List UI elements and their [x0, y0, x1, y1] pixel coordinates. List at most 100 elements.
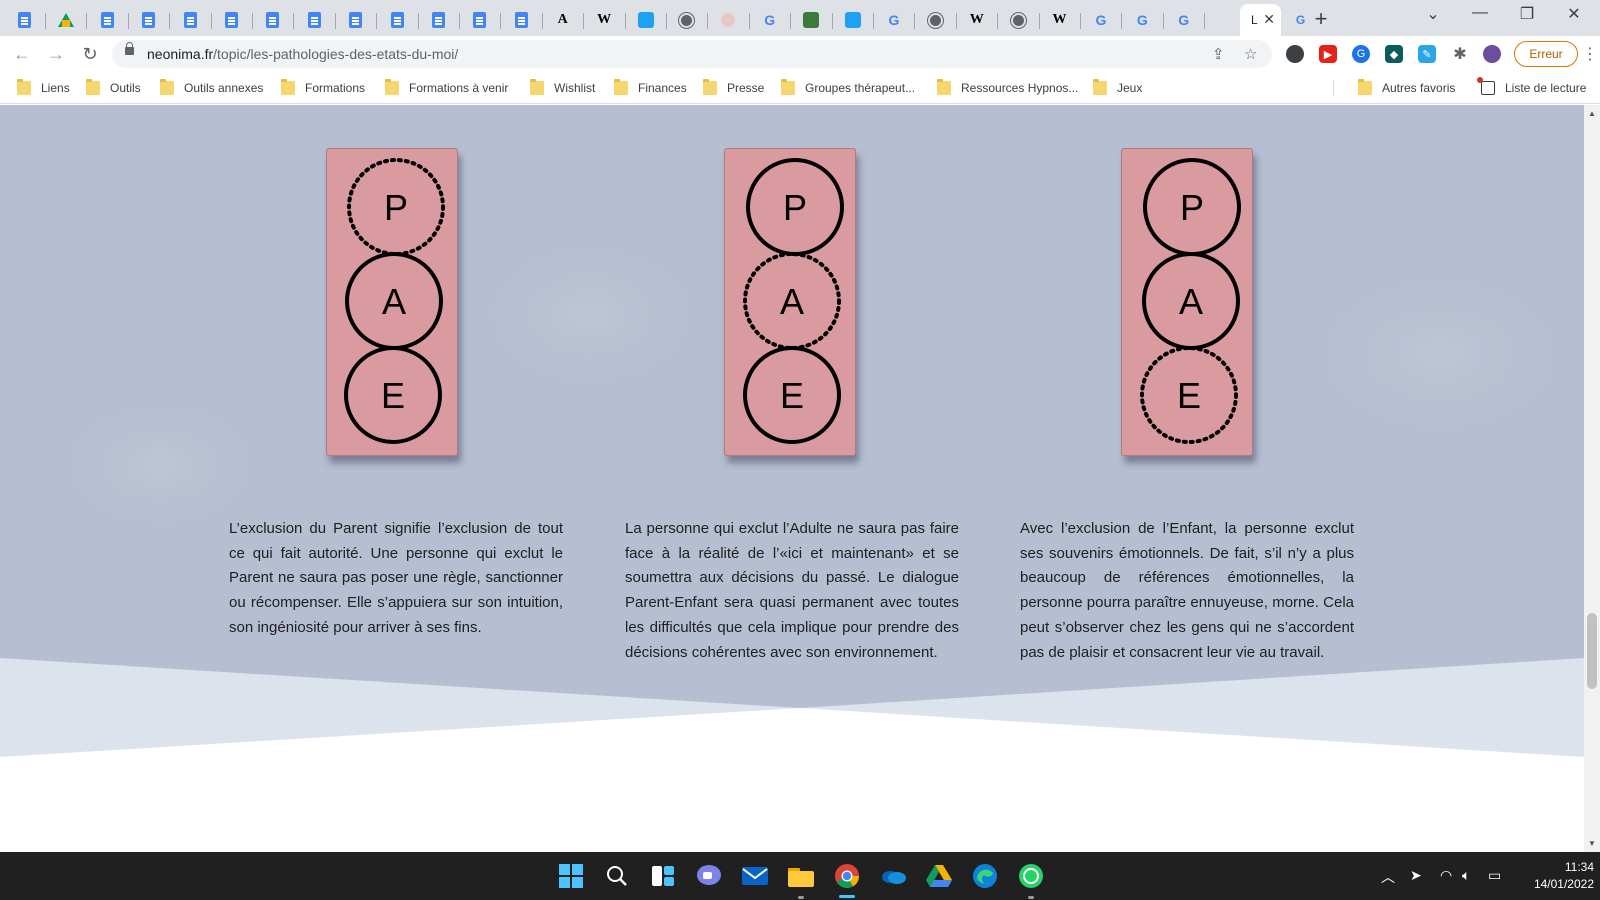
browser-tab[interactable] — [502, 4, 543, 36]
edge-icon[interactable] — [971, 862, 999, 890]
browser-tab[interactable] — [212, 4, 253, 36]
browser-tab[interactable] — [5, 4, 46, 36]
bookmark-star-icon[interactable]: ☆ — [1244, 45, 1257, 63]
bookmark-folder[interactable]: Groupes thérapeut... — [781, 79, 915, 97]
volume-icon[interactable]: 🔈︎ — [1462, 867, 1470, 884]
extension-icon[interactable] — [1286, 45, 1304, 63]
bookmark-label: Presse — [727, 81, 765, 95]
tab-search-icon[interactable]: ⌄ — [1410, 4, 1456, 24]
browser-tab[interactable] — [46, 4, 88, 36]
extension-icon[interactable]: ✎ — [1418, 45, 1436, 63]
chrome-icon[interactable] — [833, 862, 861, 890]
browser-tab[interactable] — [792, 4, 833, 36]
search-icon[interactable] — [603, 862, 631, 890]
running-indicator — [798, 896, 804, 899]
share-icon[interactable]: ⇪ — [1212, 45, 1225, 63]
other-bookmarks[interactable]: Autres favoris — [1358, 79, 1455, 97]
whatsapp-icon[interactable] — [1017, 862, 1045, 890]
address-bar[interactable]: neonima.fr/topic/les-pathologies-des-eta… — [112, 40, 1272, 68]
close-window-button[interactable]: ✕ — [1551, 4, 1597, 24]
browser-tab[interactable] — [171, 4, 212, 36]
location-icon[interactable]: ➤ — [1410, 867, 1422, 884]
bookmark-folder[interactable]: Formations — [281, 79, 365, 97]
browser-tab[interactable]: W — [1040, 4, 1081, 36]
browser-tab[interactable] — [460, 4, 502, 36]
start-icon[interactable] — [557, 862, 585, 890]
reading-list-button[interactable]: Liste de lecture — [1477, 77, 1586, 97]
browser-tab[interactable]: G — [1081, 4, 1123, 36]
bookmark-label: Outils annexes — [184, 81, 264, 95]
browser-tab[interactable]: A — [543, 4, 585, 36]
mail-icon[interactable] — [741, 862, 769, 890]
bookmark-label: Wishlist — [554, 81, 596, 95]
google-icon: G — [888, 12, 900, 28]
browser-tab[interactable] — [378, 4, 419, 36]
browser-tab[interactable] — [667, 4, 709, 36]
back-button[interactable]: ← — [10, 42, 34, 66]
google-docs-icon — [16, 12, 33, 29]
scroll-down-arrow-icon[interactable]: ▼ — [1588, 839, 1596, 848]
chat-icon[interactable] — [695, 862, 723, 890]
browser-tab[interactable]: G — [750, 4, 792, 36]
bookmark-folder[interactable]: Finances — [614, 79, 687, 97]
google-docs-icon — [471, 12, 488, 29]
scroll-thumb[interactable] — [1587, 613, 1597, 689]
wifi-icon[interactable]: ◠ — [1440, 867, 1452, 884]
bookmark-folder[interactable]: Ressources Hypnos... — [937, 79, 1078, 97]
windows-taskbar: ︿ ➤ ◠ 🔈︎ ▭ 11:34 14/01/2022 — [0, 852, 1600, 900]
reload-button[interactable]: ↻ — [78, 42, 102, 66]
clock-date: 14/01/2022 — [1533, 877, 1594, 891]
youtube-extension-icon[interactable]: ▶ — [1319, 45, 1337, 63]
url-domain: neonima.fr — [147, 46, 214, 62]
browser-tab[interactable] — [129, 4, 171, 36]
system-clock[interactable]: 11:34 14/01/2022 — [1520, 859, 1594, 893]
forward-button[interactable]: → — [44, 42, 68, 66]
close-tab-icon[interactable]: ✕ — [1263, 11, 1275, 28]
battery-icon[interactable]: ▭ — [1488, 867, 1501, 884]
widgets-icon[interactable] — [649, 862, 677, 890]
browser-tab[interactable] — [916, 4, 957, 36]
menu-icon[interactable]: ⋮ — [1582, 44, 1598, 64]
browser-tab[interactable]: W — [585, 4, 626, 36]
page-scrollbar[interactable]: ▲ ▼ — [1584, 105, 1600, 852]
misc-site-icon — [803, 12, 820, 29]
file-explorer-icon[interactable] — [787, 862, 815, 890]
bookmark-folder[interactable]: Outils annexes — [160, 79, 263, 97]
browser-tab[interactable] — [419, 4, 460, 36]
browser-tab[interactable]: G — [874, 4, 916, 36]
browser-tab[interactable] — [833, 4, 874, 36]
letter-a: A — [382, 281, 406, 322]
restore-button[interactable]: ❐ — [1504, 4, 1550, 24]
browser-tab[interactable] — [295, 4, 336, 36]
bookmark-label: Jeux — [1117, 81, 1143, 95]
new-tab-button[interactable]: + — [1307, 6, 1335, 32]
browser-tab[interactable] — [626, 4, 667, 36]
bookmark-folder[interactable]: Jeux — [1093, 79, 1142, 97]
page-viewport: P A E P A E P A E L’exclusion du Parent … — [0, 105, 1584, 852]
browser-tab[interactable] — [88, 4, 129, 36]
extension-icon[interactable]: ◆ — [1385, 45, 1403, 63]
minimize-button[interactable]: — — [1457, 4, 1503, 22]
bookmark-folder[interactable]: Presse — [703, 79, 764, 97]
active-tab[interactable]: L ✕ — [1240, 4, 1281, 36]
bookmark-folder[interactable]: Formations à venir — [385, 79, 508, 97]
avatar[interactable] — [1483, 45, 1501, 63]
puzzle-icon[interactable]: ✱ — [1451, 45, 1469, 63]
bookmark-folder[interactable]: Wishlist — [530, 79, 595, 97]
browser-tab[interactable]: G — [1123, 4, 1164, 36]
bookmark-label: Autres favoris — [1382, 81, 1456, 95]
browser-tab[interactable]: G — [1164, 4, 1206, 36]
browser-tab[interactable] — [999, 4, 1040, 36]
browser-tab[interactable]: W — [957, 4, 999, 36]
grammar-extension-icon[interactable]: G — [1352, 45, 1370, 63]
browser-tab[interactable] — [709, 4, 750, 36]
browser-tab[interactable] — [336, 4, 378, 36]
error-button[interactable]: Erreur — [1514, 41, 1578, 67]
google-drive-icon[interactable] — [925, 862, 953, 890]
bookmark-folder[interactable]: Liens — [17, 79, 70, 97]
onedrive-icon[interactable] — [879, 862, 907, 890]
tray-chevron-icon[interactable]: ︿ — [1381, 867, 1395, 887]
scroll-up-arrow-icon[interactable]: ▲ — [1588, 109, 1596, 118]
bookmark-folder[interactable]: Outils — [86, 79, 141, 97]
browser-tab[interactable] — [253, 4, 295, 36]
